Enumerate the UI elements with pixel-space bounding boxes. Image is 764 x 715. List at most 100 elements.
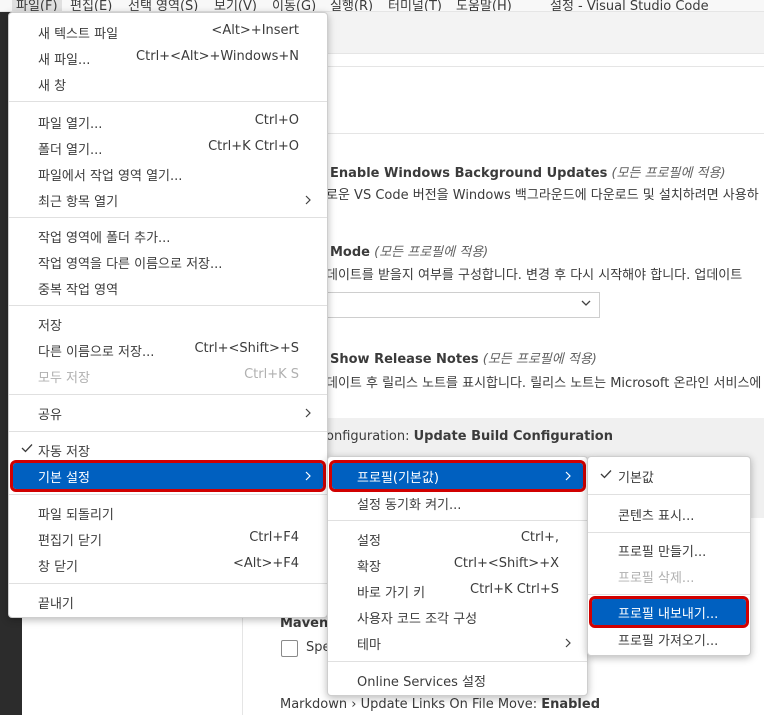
chevron-right-icon [305, 471, 311, 481]
menu-item-delete-profile: 프로필 삭제... [592, 563, 746, 589]
menu-help[interactable]: 도움말(H) [456, 0, 512, 11]
menu-item-label: 편집기 닫기 [38, 534, 102, 549]
menu-separator [9, 305, 327, 306]
menu-item-export-profile[interactable]: 프로필 내보내기... [589, 596, 749, 628]
menu-item-shortcut: Ctrl+K Ctrl+O [208, 139, 299, 154]
menu-item-label: 모두 저장 [38, 371, 90, 386]
menu-separator [588, 532, 750, 533]
menu-separator [9, 394, 327, 395]
menu-item-theme[interactable]: 테마 [332, 630, 583, 656]
menu-item-shortcut: Ctrl+O [254, 113, 299, 128]
menu-item-new-window[interactable]: 새 창 [13, 71, 323, 97]
menu-item-label: 새 텍스트 파일 [38, 27, 119, 42]
menu-item-label: 폴더 열기... [38, 143, 103, 158]
menu-separator [9, 217, 327, 218]
menu-item-auto-save[interactable]: 자동 저장 [13, 437, 323, 463]
menu-item-shortcut: Ctrl+K Ctrl+S [470, 582, 559, 597]
menu-separator [9, 101, 327, 102]
menu-item-add-folder-to-workspace[interactable]: 작업 영역에 폴더 추가... [13, 223, 323, 249]
menu-item-share[interactable]: 공유 [13, 400, 323, 426]
chevron-down-icon [581, 300, 591, 306]
menu-item-save-all: 모두 저장 Ctrl+K S [13, 363, 323, 389]
menu-item-save-as[interactable]: 다른 이름으로 저장... Ctrl+<Shift>+S [13, 337, 323, 363]
preferences-submenu: 프로필(기본값) 설정 동기화 켜기... 설정 Ctrl+, 확장 Ctrl+<S… [327, 456, 588, 696]
menu-terminal[interactable]: 터미널(T) [388, 0, 442, 11]
menu-item-shortcut: Ctrl+F4 [249, 530, 299, 545]
menu-item-shortcut: <Alt>+Insert [211, 23, 299, 38]
setting-release-notes-desc: 데이트 후 릴리스 노트를 표시합니다. 릴리스 노트는 Microsoft 온… [326, 376, 762, 391]
window-title: 설정 - Visual Studio Code [550, 0, 709, 12]
menu-item-label: 최근 항목 열기 [38, 195, 119, 210]
menu-item-open-workspace[interactable]: 파일에서 작업 영역 열기... [13, 161, 323, 187]
file-menu: 새 텍스트 파일 <Alt>+Insert 새 파일... Ctrl+<Alt>+W… [8, 12, 328, 618]
menu-item-label: 프로필 내보내기... [618, 607, 719, 622]
menu-item-label: 끝내기 [38, 597, 74, 612]
menu-item-shortcut: Ctrl+<Shift>+S [194, 341, 299, 356]
setting-bg-updates-title: Enable Windows Background Updates (모든 프로… [330, 166, 726, 181]
menu-item-label: 프로필 만들기... [618, 545, 707, 560]
menu-item-exit[interactable]: 끝내기 [13, 589, 323, 615]
menu-item-settings-sync[interactable]: 설정 동기화 켜기... [332, 490, 583, 516]
menu-item-label: 설정 [357, 534, 381, 549]
setting-markdown-title: Markdown › Update Links On File Move: En… [280, 697, 600, 712]
menu-item-label: 다른 이름으로 저장... [38, 345, 155, 360]
menu-file[interactable]: 파일(F) [12, 0, 62, 11]
menu-item-default-profile[interactable]: 기본값 [592, 463, 746, 489]
menu-item-revert-file[interactable]: 파일 되돌리기 [13, 500, 323, 526]
menu-item-label: Online Services 설정 [357, 675, 486, 690]
menu-item-extensions[interactable]: 확장 Ctrl+<Shift>+X [332, 552, 583, 578]
setting-mode-desc: 데이트를 받을지 여부를 구성합니다. 변경 후 다시 시작해야 합니다. 업데… [326, 268, 743, 283]
menu-item-open-recent[interactable]: 최근 항목 열기 [13, 187, 323, 213]
menu-item-shortcut: Ctrl+<Shift>+X [453, 556, 559, 571]
menu-item-import-profile[interactable]: 프로필 가져오기... [592, 626, 746, 652]
menu-run[interactable]: 실행(R) [330, 0, 373, 11]
chevron-right-icon [305, 408, 311, 418]
menu-item-label: 콘텐츠 표시... [618, 509, 695, 524]
menu-item-save[interactable]: 저장 [13, 311, 323, 337]
menu-edit[interactable]: 편집(E) [70, 0, 112, 11]
menu-item-online-services[interactable]: Online Services 설정 [332, 667, 583, 693]
menu-item-label: 프로필 삭제... [618, 571, 695, 586]
menu-item-settings[interactable]: 설정 Ctrl+, [332, 526, 583, 552]
menu-item-label: 작업 영역을 다른 이름으로 저장... [38, 257, 223, 272]
chevron-right-icon [565, 638, 571, 648]
menu-item-save-workspace-as[interactable]: 작업 영역을 다른 이름으로 저장... [13, 249, 323, 275]
maven-checkbox[interactable] [281, 640, 298, 657]
menu-item-label: 새 파일... [38, 53, 91, 68]
menu-item-open-folder[interactable]: 폴더 열기... Ctrl+K Ctrl+O [13, 135, 323, 161]
menu-selection[interactable]: 선택 영역(S) [128, 0, 198, 11]
menu-item-label: 기본 설정 [38, 471, 90, 486]
setting-build-config-title: onfiguration: Update Build Configuration [326, 429, 613, 444]
menu-separator [588, 594, 750, 595]
menu-item-label: 바로 가기 키 [357, 586, 426, 601]
menu-item-label: 공유 [38, 408, 62, 423]
menu-item-close-editor[interactable]: 편집기 닫기 Ctrl+F4 [13, 526, 323, 552]
menu-view[interactable]: 보기(V) [214, 0, 257, 11]
menu-item-label: 테마 [357, 638, 381, 653]
menu-item-open-file[interactable]: 파일 열기... Ctrl+O [13, 109, 323, 135]
menu-item-label: 프로필 가져오기... [618, 634, 719, 649]
menu-item-keyboard-shortcuts[interactable]: 바로 가기 키 Ctrl+K Ctrl+S [332, 578, 583, 604]
menu-item-user-snippets[interactable]: 사용자 코드 조각 구성 [332, 604, 583, 630]
menu-item-label: 저장 [38, 319, 62, 334]
menu-item-shortcut: Ctrl+<Alt>+Windows+N [136, 49, 299, 64]
menu-item-label: 파일 열기... [38, 117, 103, 132]
menu-item-profiles[interactable]: 프로필(기본값) [329, 460, 586, 492]
menu-item-new-text-file[interactable]: 새 텍스트 파일 <Alt>+Insert [13, 19, 323, 45]
update-mode-dropdown[interactable] [300, 292, 600, 318]
menu-go[interactable]: 이동(G) [272, 0, 316, 11]
menu-item-label: 사용자 코드 조각 구성 [357, 612, 478, 627]
menu-item-preferences[interactable]: 기본 설정 [10, 460, 326, 492]
menu-item-new-file[interactable]: 새 파일... Ctrl+<Alt>+Windows+N [13, 45, 323, 71]
menu-item-label: 프로필(기본값) [357, 471, 439, 486]
menu-item-shortcut: Ctrl+, [520, 530, 559, 545]
menu-item-duplicate-workspace[interactable]: 중복 작업 영역 [13, 275, 323, 301]
menu-item-close-window[interactable]: 창 닫기 <Alt>+F4 [13, 552, 323, 578]
menu-item-create-profile[interactable]: 프로필 만들기... [592, 537, 746, 563]
menu-item-label: 중복 작업 영역 [38, 283, 119, 298]
menu-item-label: 설정 동기화 켜기... [357, 498, 462, 513]
menu-separator [9, 494, 327, 495]
menu-item-show-contents[interactable]: 콘텐츠 표시... [592, 501, 746, 527]
chevron-right-icon [565, 471, 571, 481]
menu-separator [328, 520, 587, 521]
